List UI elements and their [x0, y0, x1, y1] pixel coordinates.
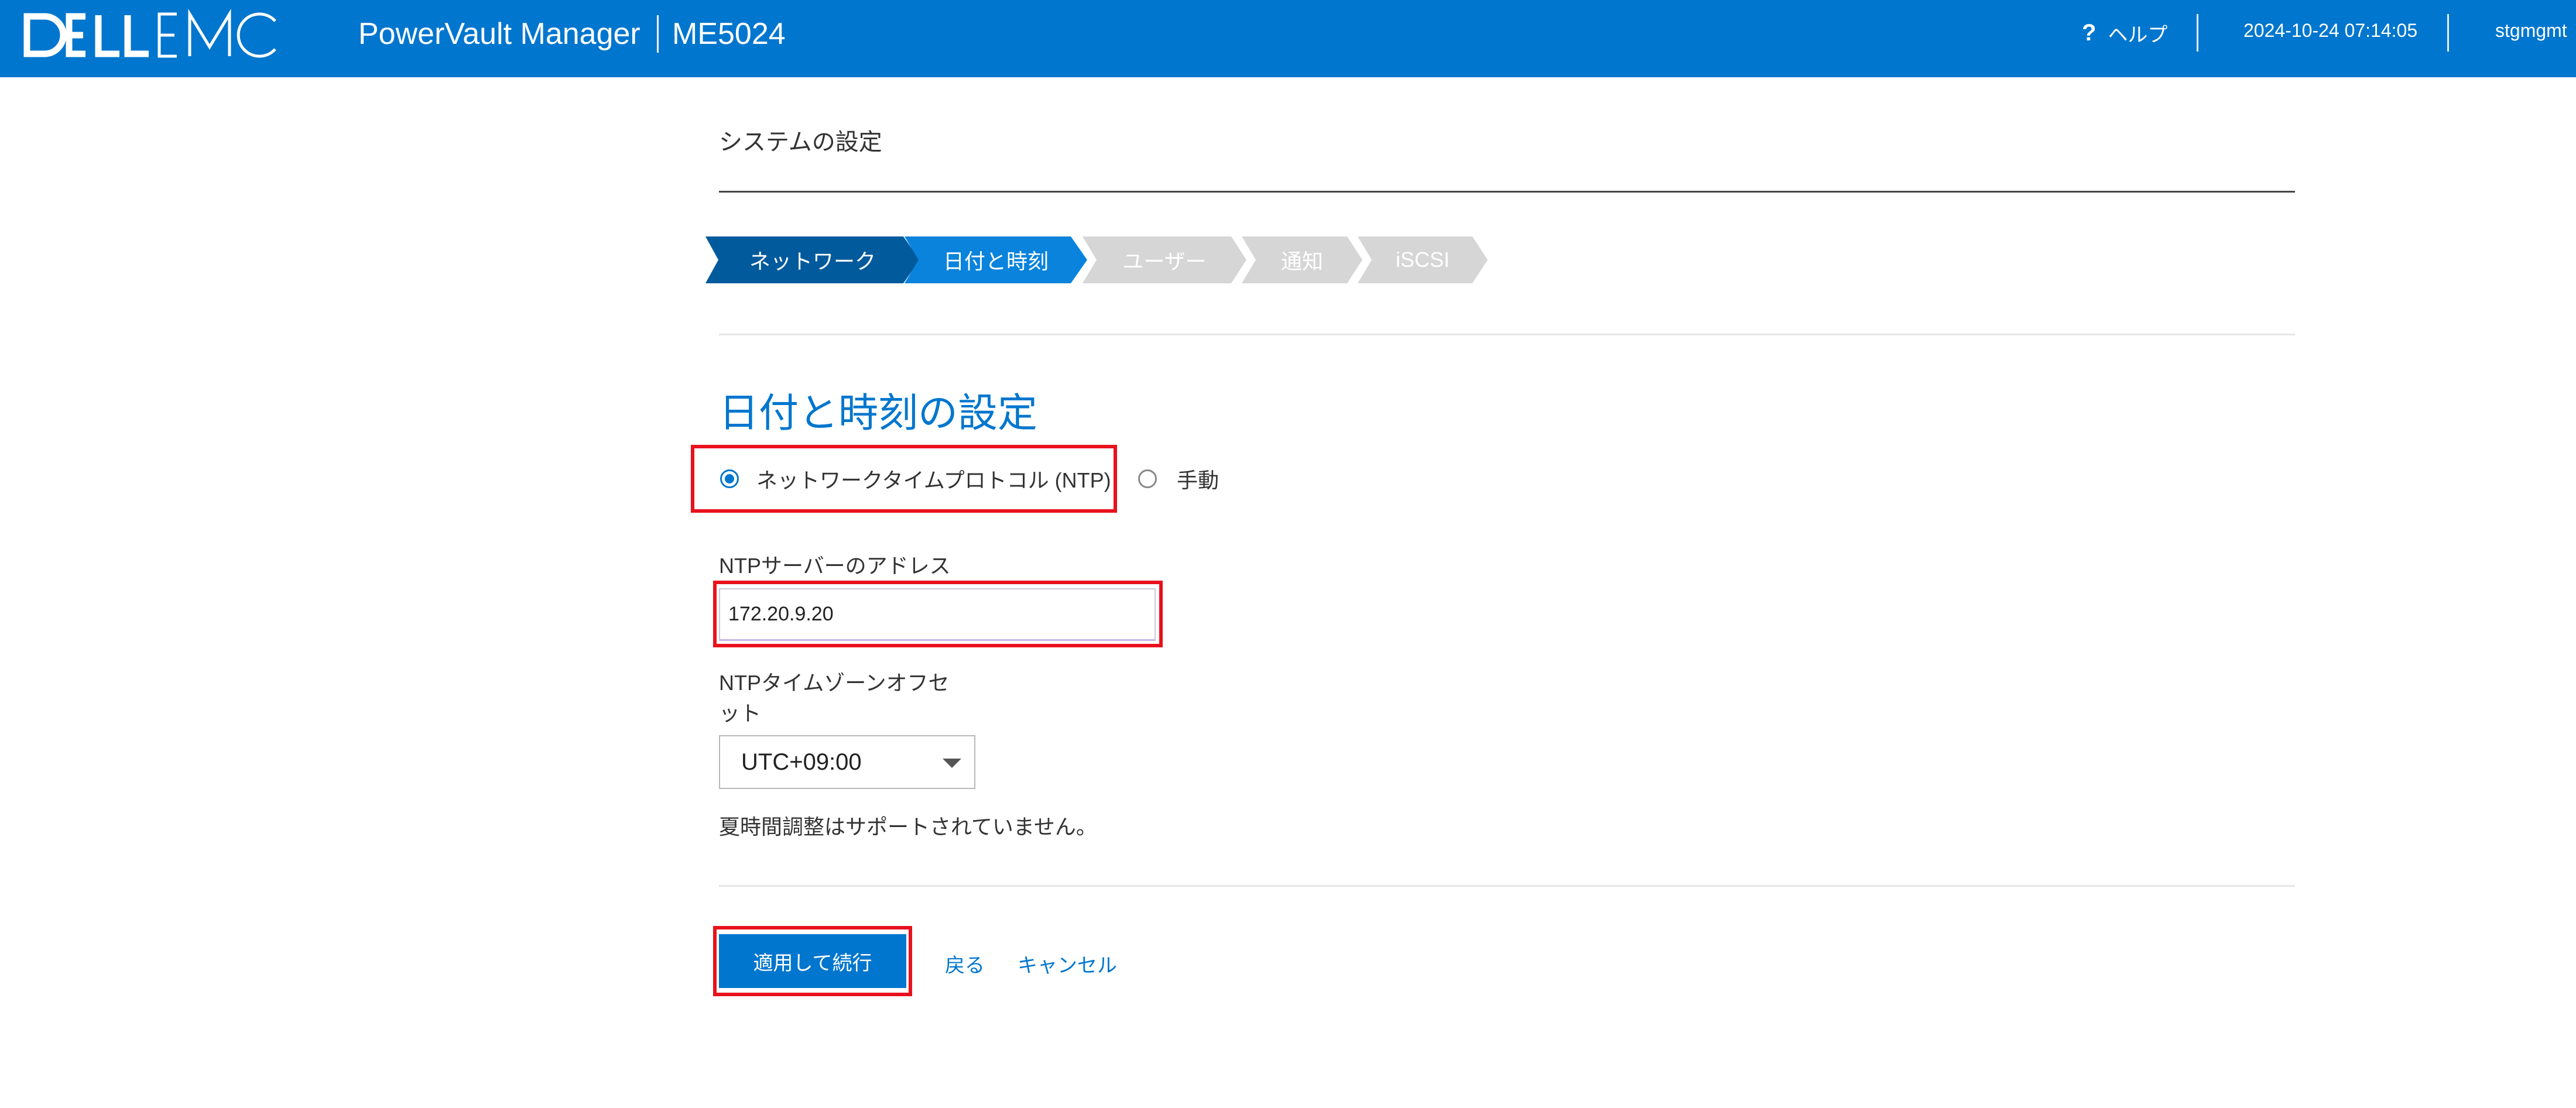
header-divider: [2197, 14, 2198, 52]
timezone-selected-value: UTC+09:00: [741, 749, 862, 775]
timezone-select[interactable]: UTC+09:00: [719, 735, 975, 789]
help-label: ヘルプ: [2108, 23, 2168, 46]
wizard-step-notifications[interactable]: 通知: [1242, 236, 1362, 283]
back-link[interactable]: 戻る: [945, 949, 985, 978]
model-name: ME5024: [672, 17, 786, 51]
manual-radio-option[interactable]: 手動: [1138, 462, 1219, 495]
help-link[interactable]: ? ヘルプ: [2082, 16, 2167, 49]
timezone-label-line2: ット: [719, 701, 762, 725]
wizard-step-date-time[interactable]: 日付と時刻: [905, 236, 1087, 283]
dell-emc-logo: [23, 6, 304, 64]
ntp-radio-label: ネットワークタイムプロトコル (NTP): [756, 468, 1111, 492]
wizard-step-label: ネットワーク: [749, 249, 876, 273]
system-datetime: 2024-10-24 07:14:05: [2243, 20, 2418, 41]
page-title: システムの設定: [719, 129, 882, 155]
wizard-step-network[interactable]: ネットワーク: [705, 236, 920, 283]
apply-and-continue-button[interactable]: 適用して続行: [719, 934, 906, 988]
wizard-step-label: ユーザー: [1122, 249, 1207, 273]
header-divider: [2447, 14, 2449, 52]
page-title-divider: [719, 191, 2295, 193]
wizard-step-label: 日付と時刻: [943, 249, 1049, 273]
section-divider: [719, 334, 2295, 335]
ntp-server-input[interactable]: [719, 588, 1156, 641]
question-icon: ?: [2082, 20, 2097, 46]
chevron-down-icon: [943, 759, 961, 768]
wizard-step-label: 通知: [1280, 249, 1323, 273]
actions-divider: [719, 885, 2295, 887]
top-header-bar: PowerVault Manager ME5024 ? ヘルプ 2024-10-…: [0, 0, 2576, 77]
title-divider: [657, 15, 659, 53]
manual-radio-label: 手動: [1177, 468, 1220, 492]
wizard-step-label: iSCSI: [1395, 248, 1450, 272]
wizard-step-users[interactable]: ユーザー: [1083, 236, 1246, 283]
section-title: 日付と時刻の設定: [719, 391, 1038, 435]
timezone-label-line1: NTPタイムゾーンオフセ: [719, 671, 950, 695]
app-title: PowerVault Manager: [358, 17, 640, 51]
ntp-radio-option[interactable]: ネットワークタイムプロトコル (NTP): [720, 462, 1111, 495]
radio-unselected-icon[interactable]: [1138, 469, 1157, 488]
ntp-server-label: NTPサーバーのアドレス: [719, 554, 951, 578]
dst-note: 夏時間調整はサポートされていません。: [719, 815, 1097, 839]
wizard-step-iscsi[interactable]: iSCSI: [1358, 236, 1488, 283]
cancel-link[interactable]: キャンセル: [1018, 949, 1117, 978]
radio-selected-icon[interactable]: [720, 469, 739, 488]
user-menu[interactable]: stgmgmt: [2495, 20, 2567, 42]
